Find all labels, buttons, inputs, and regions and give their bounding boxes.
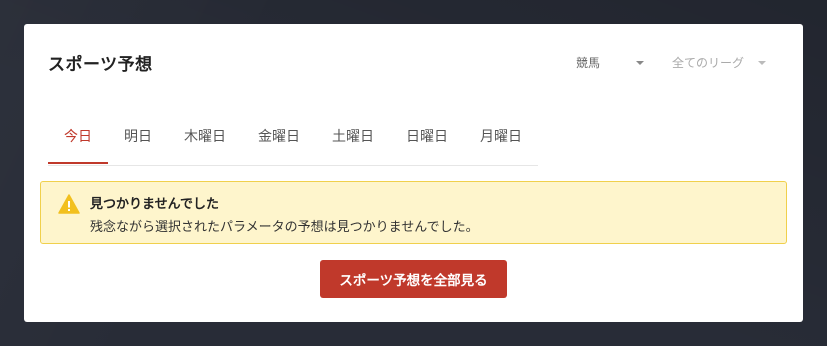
sport-filter-dropdown[interactable]: 競馬: [576, 54, 644, 71]
tab-sunday[interactable]: 日曜日: [390, 114, 464, 164]
no-results-alert: 見つかりませんでした 残念ながら選択されたパラメータの予想は見つかりませんでした…: [40, 181, 787, 244]
day-tabs: 今日 明日 木曜日 金曜日 土曜日 日曜日 月曜日: [48, 114, 538, 166]
tab-monday[interactable]: 月曜日: [464, 114, 538, 164]
league-filter-value: 全てのリーグ: [672, 56, 745, 70]
tab-today[interactable]: 今日: [48, 114, 108, 164]
tab-saturday[interactable]: 土曜日: [316, 114, 390, 164]
alert-title: 見つかりませんでした: [90, 197, 219, 212]
card-title: スポーツ予想: [48, 55, 153, 75]
warning-icon: [58, 194, 80, 214]
league-filter-dropdown[interactable]: 全てのリーグ: [672, 54, 766, 71]
chevron-down-icon: [758, 60, 766, 65]
view-all-predictions-button[interactable]: スポーツ予想を全部見る: [320, 260, 507, 298]
alert-message: 残念ながら選択されたパラメータの予想は見つかりませんでした。: [90, 220, 479, 235]
predictions-card: スポーツ予想 競馬 全てのリーグ 今日 明日 木曜日 金曜日 土曜日 日曜日 月…: [24, 24, 803, 322]
chevron-down-icon: [636, 60, 644, 65]
tab-thursday[interactable]: 木曜日: [168, 114, 242, 164]
tab-tomorrow[interactable]: 明日: [108, 114, 168, 164]
tab-friday[interactable]: 金曜日: [242, 114, 316, 164]
sport-filter-value: 競馬: [576, 56, 601, 70]
